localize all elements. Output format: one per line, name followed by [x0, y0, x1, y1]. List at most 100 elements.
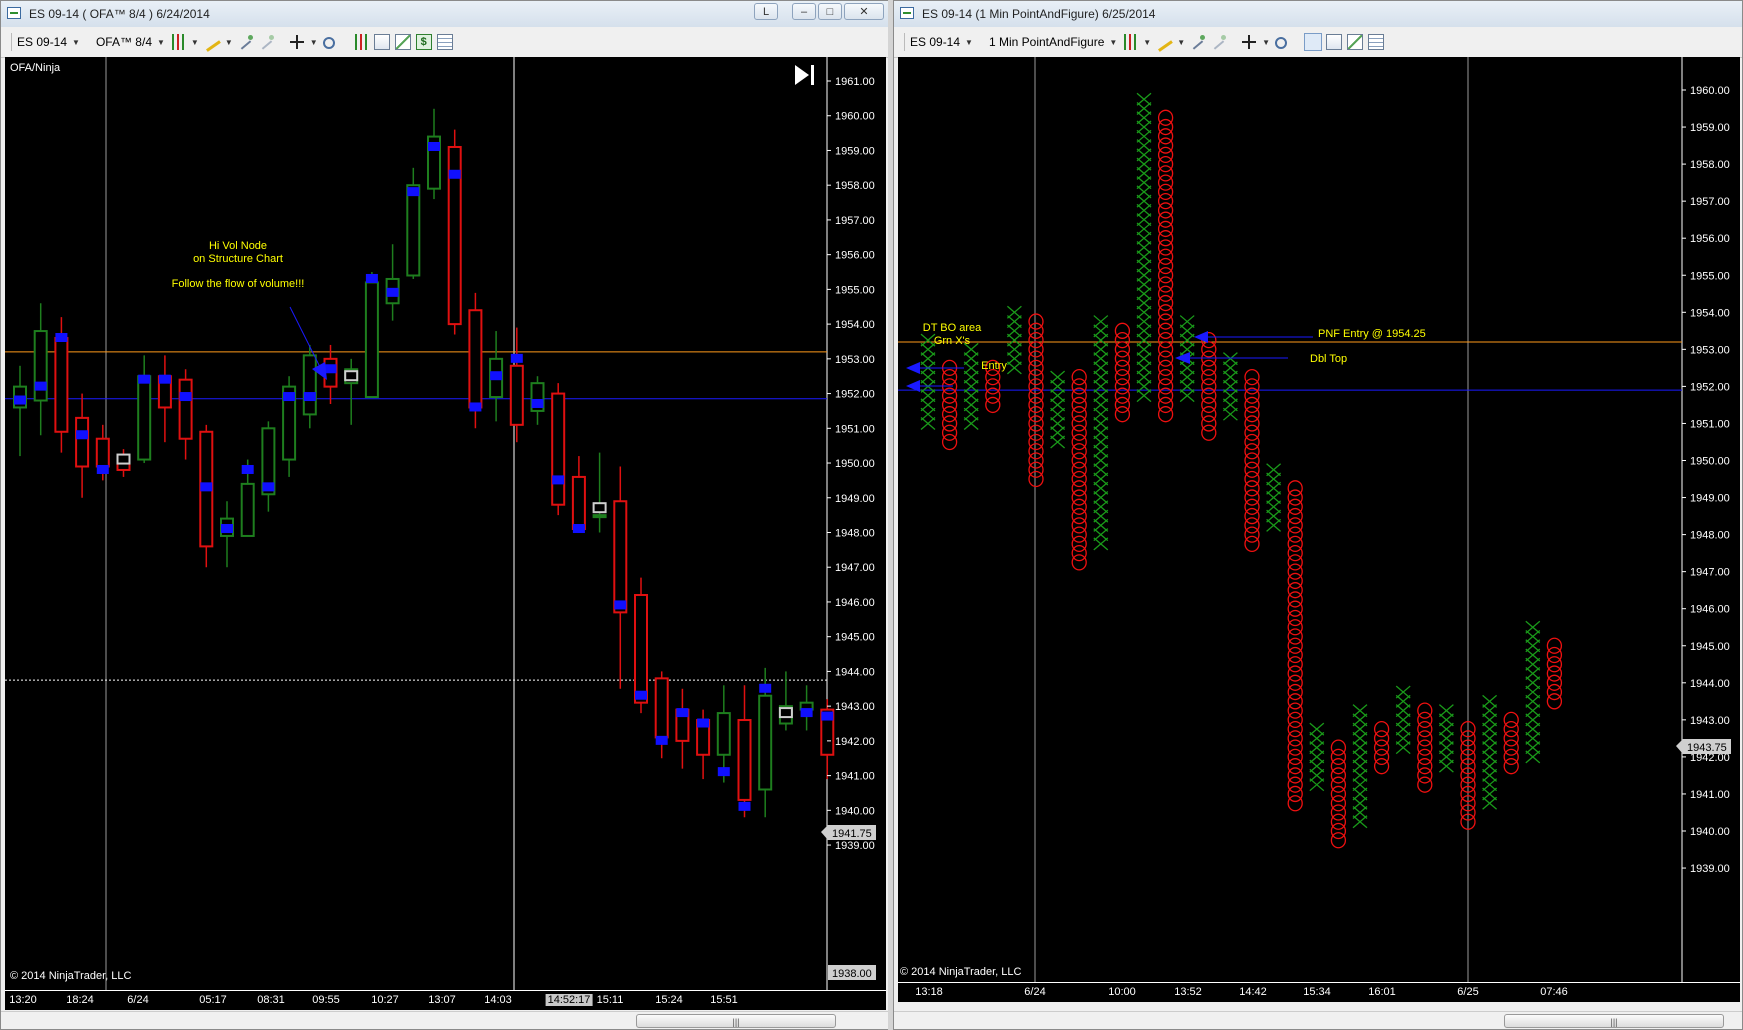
chart-trader-icon[interactable]: $ — [415, 34, 432, 50]
pnf-o-box — [1287, 619, 1303, 636]
pnf-o-box — [1071, 461, 1087, 478]
volume-node-marker — [221, 524, 233, 534]
price-axis-label: 1953.00 — [835, 354, 875, 366]
indicator-wand-icon[interactable] — [238, 34, 254, 50]
chevron-down-icon[interactable]: ▼ — [191, 38, 199, 47]
chevron-down-icon[interactable]: ▼ — [1177, 38, 1185, 47]
pnf-o-box — [1373, 758, 1390, 775]
pnf-o-box — [941, 415, 958, 432]
pnf-o-box — [941, 396, 958, 414]
pnf-o-box — [1287, 517, 1303, 534]
drawing-tool-icon[interactable] — [1155, 36, 1174, 52]
crosshair-icon[interactable] — [289, 34, 305, 50]
candle — [95, 424, 110, 481]
link-button[interactable]: L — [754, 3, 778, 20]
candle — [675, 688, 690, 769]
instrument-selector[interactable]: ES 09-14 — [910, 35, 960, 49]
strategy-wand-icon[interactable] — [259, 34, 275, 50]
pnf-o-box — [1287, 591, 1303, 608]
pnf-o-box — [1157, 331, 1174, 349]
candle-body — [758, 694, 773, 791]
pnf-o-box — [1201, 406, 1217, 423]
candle — [261, 421, 276, 512]
pnf-o-box — [1071, 433, 1087, 451]
right-pnf-chart[interactable]: © 2014 NinjaTrader, LLC 1960.00 1959.00 19… — [898, 57, 1740, 982]
pnf-o-box — [1330, 748, 1347, 766]
left-title-bar[interactable]: ES 09-14 ( OFA™ 8/4 ) 6/24/2014 L – □ ✕ — [1, 1, 888, 28]
goto-end-icon[interactable] — [795, 65, 814, 85]
properties-icon[interactable] — [1368, 34, 1385, 50]
maximize-button[interactable]: □ — [818, 3, 842, 20]
zoom-icon[interactable] — [322, 36, 335, 49]
chevron-down-icon[interactable]: ▼ — [310, 38, 318, 47]
indicator-wand-icon[interactable] — [1190, 34, 1206, 50]
pnf-o-box — [1330, 739, 1347, 756]
pnf-o-box — [1417, 767, 1433, 784]
volume-node-marker — [158, 374, 171, 384]
properties-icon[interactable] — [436, 34, 453, 50]
chevron-down-icon[interactable]: ▼ — [72, 38, 80, 47]
data-series-icon[interactable] — [373, 34, 390, 50]
pnf-o-box — [1287, 507, 1303, 525]
bar-type-icon[interactable] — [1122, 34, 1139, 50]
data-series-icon[interactable] — [1326, 34, 1343, 50]
pnf-o-box — [985, 378, 1001, 395]
volume-node-marker — [778, 707, 793, 719]
scrollbar-thumb[interactable]: ||| — [636, 1014, 836, 1028]
chevron-down-icon[interactable]: ▼ — [965, 38, 973, 47]
chevron-down-icon[interactable]: ▼ — [1143, 38, 1151, 47]
chart-window-icon — [900, 7, 914, 19]
left-horizontal-scrollbar[interactable]: ||| — [1, 1011, 888, 1029]
right-toolbar: ES 09-14 ▼ 1 Min PointAndFigure ▼ ▼ ▼ ▼ — [894, 27, 1742, 58]
time-label: 15:34 — [1303, 986, 1331, 998]
drawing-tool-icon[interactable] — [202, 36, 221, 52]
chevron-down-icon[interactable]: ▼ — [225, 38, 233, 47]
right-horizontal-scrollbar[interactable]: ||| — [894, 1011, 1742, 1029]
period-selector[interactable]: 1 Min PointAndFigure — [989, 35, 1104, 49]
right-toolbar-items: ES 09-14 ▼ 1 Min PointAndFigure ▼ ▼ ▼ ▼ — [904, 32, 1385, 52]
price-axis-label: 1960.00 — [1690, 85, 1730, 97]
volume-node-marker — [55, 333, 68, 343]
bar-type-icon[interactable] — [169, 34, 186, 50]
entry-annotation: Entry — [981, 360, 1007, 372]
chevron-down-icon[interactable]: ▼ — [1262, 38, 1270, 47]
indicators-icon[interactable] — [1347, 34, 1364, 50]
period-selector[interactable]: OFA™ 8/4 — [96, 35, 152, 49]
crosshair-icon[interactable] — [1241, 34, 1257, 50]
candle-body — [137, 375, 152, 461]
instrument-selector[interactable]: ES 09-14 — [17, 35, 67, 49]
price-axis-label: 1958.00 — [835, 180, 875, 192]
chevron-down-icon[interactable]: ▼ — [157, 38, 165, 47]
pnf-o-box — [1157, 267, 1174, 284]
pnf-o-box — [1330, 795, 1347, 812]
pnf-o-box — [1071, 452, 1087, 469]
chart-style-icon[interactable] — [352, 34, 369, 50]
minimize-button[interactable]: – — [792, 3, 816, 20]
pnf-o-box — [1287, 637, 1303, 654]
right-title-bar[interactable]: ES 09-14 (1 Min PointAndFigure) 6/25/201… — [894, 1, 1742, 28]
time-label: 15:11 — [596, 994, 624, 1006]
scrollbar-thumb[interactable]: ||| — [1504, 1014, 1724, 1028]
price-axis-label: 1940.00 — [1690, 826, 1730, 838]
chart-style-icon[interactable] — [1304, 33, 1323, 51]
candle-body — [634, 594, 648, 704]
chevron-down-icon[interactable]: ▼ — [1109, 38, 1117, 47]
strategy-wand-icon[interactable] — [1211, 34, 1227, 50]
indicators-icon[interactable] — [394, 34, 411, 50]
volume-node-marker — [635, 690, 647, 700]
point-and-figure-chart-svg[interactable]: © 2014 NinjaTrader, LLC 1960.001959.0019… — [898, 57, 1740, 982]
candlestick-chart-svg[interactable]: OFA/Ninja © 2014 NinjaTrader, LLC 1961.0… — [5, 57, 886, 992]
time-label: 10:27 — [371, 994, 399, 1006]
pnf-o-box — [1330, 758, 1347, 775]
last-price-pointer — [1676, 739, 1683, 754]
left-price-chart[interactable]: OFA/Ninja © 2014 NinjaTrader, LLC 1961.0… — [5, 57, 886, 992]
pnf-o-box — [1028, 452, 1044, 469]
volume-node-marker — [717, 767, 730, 777]
candle — [654, 671, 669, 759]
close-button[interactable]: ✕ — [844, 3, 884, 20]
pnf-o-box — [1201, 341, 1217, 358]
pnf-o-box — [1417, 748, 1433, 766]
pnf-o-box — [1287, 656, 1303, 673]
zoom-icon[interactable] — [1275, 36, 1288, 49]
time-label: 13:07 — [428, 994, 456, 1006]
